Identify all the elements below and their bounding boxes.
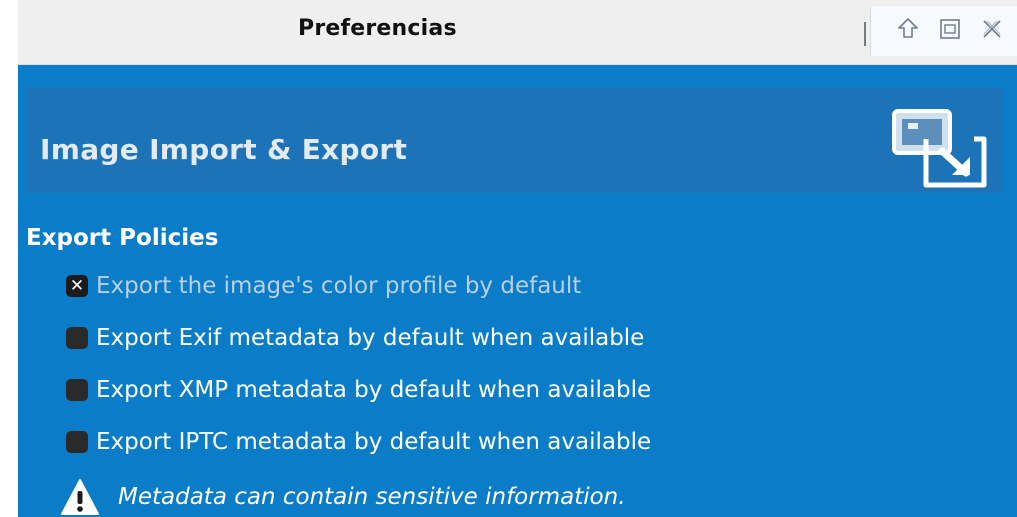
close-window-button[interactable] [979, 16, 1005, 42]
shade-window-button[interactable] [895, 16, 921, 42]
maximize-square-icon [940, 19, 960, 39]
export-exif-checkbox[interactable] [66, 327, 88, 349]
maximize-window-button[interactable] [937, 16, 963, 42]
metadata-warning-text: Metadata can contain sensitive informati… [118, 484, 626, 510]
page-header: Image Import & Export [26, 87, 1002, 193]
export-iptc-label: Export IPTC metadata by default when ava… [96, 429, 652, 455]
export-exif-option[interactable]: Export Exif metadata by default when ava… [66, 321, 644, 355]
export-color-profile-label: Export the image's color profile by defa… [96, 273, 582, 299]
warning-triangle-icon [61, 479, 99, 515]
arrow-up-outline-icon [898, 18, 918, 38]
page-title: Image Import & Export [40, 133, 408, 166]
window-title: Preferencias [298, 16, 457, 41]
export-color-profile-checkbox[interactable]: ✕ [66, 275, 88, 297]
export-xmp-label: Export XMP metadata by default when avai… [96, 377, 652, 403]
metadata-warning: Metadata can contain sensitive informati… [60, 477, 626, 517]
export-xmp-checkbox[interactable] [66, 379, 88, 401]
export-color-profile-option[interactable]: ✕ Export the image's color profile by de… [66, 269, 581, 303]
titlebar-separator [864, 22, 866, 46]
window-controls [870, 6, 1017, 56]
export-policies-heading: Export Policies [26, 225, 219, 251]
export-exif-label: Export Exif metadata by default when ava… [96, 325, 645, 351]
export-iptc-checkbox[interactable] [66, 431, 88, 453]
image-import-export-icon [892, 109, 987, 188]
close-x-icon [983, 20, 1001, 38]
export-iptc-option[interactable]: Export IPTC metadata by default when ava… [66, 425, 651, 459]
preferences-panel: Image Import & Export Export Policies ✕ … [18, 65, 1017, 517]
export-xmp-option[interactable]: Export XMP metadata by default when avai… [66, 373, 651, 407]
window-titlebar[interactable]: Preferencias [18, 0, 1017, 65]
